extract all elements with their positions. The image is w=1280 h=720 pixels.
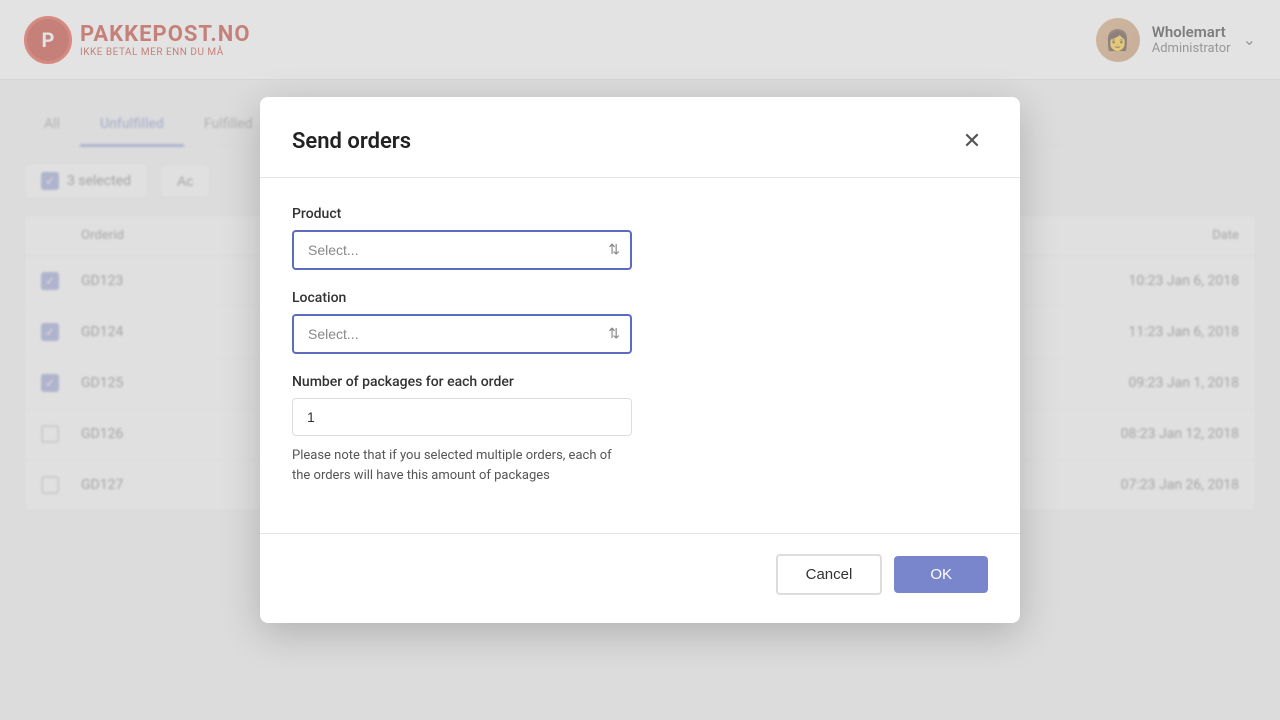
packages-input[interactable]	[292, 398, 632, 436]
location-select-wrapper: Select...	[292, 314, 632, 354]
modal-overlay: Send orders ✕ Product Select... Location…	[0, 0, 1280, 720]
modal-header: Send orders ✕	[260, 97, 1020, 178]
modal-footer: Cancel OK	[260, 533, 1020, 623]
location-label: Location	[292, 290, 988, 306]
ok-button[interactable]: OK	[894, 556, 988, 593]
product-select-wrapper: Select...	[292, 230, 632, 270]
packages-hint: Please note that if you selected multipl…	[292, 446, 632, 485]
modal-title: Send orders	[292, 129, 411, 154]
location-group: Location Select...	[292, 290, 988, 354]
modal-body: Product Select... Location Select... Num…	[260, 178, 1020, 533]
product-group: Product Select...	[292, 206, 988, 270]
modal-close-button[interactable]: ✕	[956, 125, 988, 157]
send-orders-modal: Send orders ✕ Product Select... Location…	[260, 97, 1020, 623]
product-select[interactable]: Select...	[292, 230, 632, 270]
packages-group: Number of packages for each order Please…	[292, 374, 988, 485]
packages-label: Number of packages for each order	[292, 374, 988, 390]
location-select[interactable]: Select...	[292, 314, 632, 354]
product-label: Product	[292, 206, 988, 222]
cancel-button[interactable]: Cancel	[776, 554, 883, 595]
